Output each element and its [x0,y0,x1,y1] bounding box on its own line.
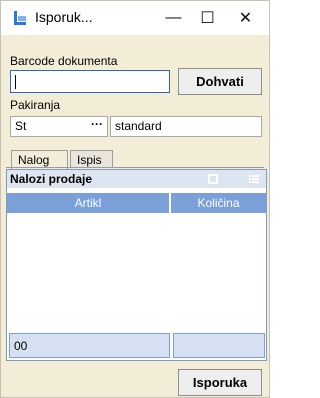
grid-title: Nalozi prodaje [10,172,93,186]
window-title: Isporuk... [35,9,93,25]
grid-layout-icon[interactable] [208,174,218,184]
orders-grid-panel: Nalozi prodaje Artikl Količina 00 [6,169,267,361]
barcode-label: Barcode dokumenta [10,54,118,68]
app-window: Isporuk... — ☐ ✕ Barcode dokumenta Dohva… [0,0,270,398]
tab-ispis[interactable]: Ispis [70,150,113,168]
grid-body[interactable] [7,213,266,331]
grid-footer-total [173,333,265,358]
grid-panel-header: Nalozi prodaje [7,170,266,188]
lookup-ellipsis-icon[interactable]: ··· [91,117,103,131]
maximize-icon: ☐ [200,10,215,27]
title-bar: Isporuk... — ☐ ✕ [1,1,269,35]
column-header-kolicina[interactable]: Količina [171,193,266,213]
packaging-code-value: St [15,119,27,133]
minimize-icon: — [165,9,182,26]
delivery-button[interactable]: Isporuka [178,369,262,396]
packaging-name-value: standard [115,119,162,133]
column-list-icon[interactable] [249,174,259,184]
column-header-artikl[interactable]: Artikl [7,193,170,213]
close-icon: ✕ [238,10,253,27]
grid-footer-count: 00 [9,333,170,358]
barcode-input[interactable] [10,70,170,93]
delivery-app-icon [14,11,26,25]
text-caret [15,75,16,89]
fetch-button[interactable]: Dohvati [178,68,262,95]
packaging-name-field[interactable]: standard [110,116,262,137]
close-button[interactable]: ✕ [223,1,268,35]
packaging-code-field[interactable]: St ··· [10,116,108,137]
packaging-label: Pakiranja [10,98,61,112]
tab-divider [6,167,264,168]
